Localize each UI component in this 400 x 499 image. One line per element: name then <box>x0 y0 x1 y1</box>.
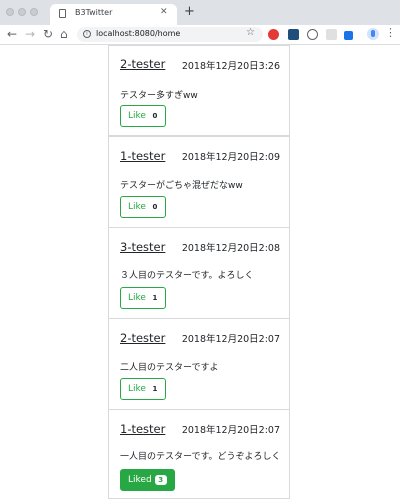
post-username[interactable]: 2-tester <box>120 57 165 71</box>
address-bar[interactable]: i localhost:8080/home ☆ <box>77 27 263 42</box>
like-label: Liked <box>128 475 152 485</box>
post-date: 2018年12月20日2:07 <box>181 334 280 345</box>
like-button[interactable]: Like 1 <box>120 287 166 309</box>
post-username[interactable]: 3-tester <box>120 240 165 254</box>
close-tab-icon[interactable]: ✕ <box>160 7 168 17</box>
info-icon[interactable]: i <box>83 30 91 38</box>
page-icon <box>59 9 66 18</box>
url-text: localhost:8080/home <box>96 29 181 38</box>
menu-icon[interactable]: ⋮ <box>385 26 396 39</box>
post-card: 1-tester 2018年12月20日2:07 一人目のテスターです。どうぞよ… <box>108 409 290 499</box>
post-text: 二人目のテスターですよ <box>120 363 219 373</box>
like-count-badge: 0 <box>152 112 158 120</box>
extension-red-icon[interactable] <box>268 29 279 40</box>
post-text: テスター多すぎww <box>120 91 198 101</box>
like-label: Like <box>128 202 146 212</box>
like-label: Like <box>128 293 146 303</box>
profile-icon[interactable] <box>367 28 379 40</box>
like-count-badge: 0 <box>152 203 158 211</box>
like-label: Like <box>128 384 146 394</box>
like-button[interactable]: Like 0 <box>120 196 166 218</box>
like-count-badge: 1 <box>152 385 158 393</box>
browser-tab[interactable]: B3Twitter ✕ <box>50 4 177 25</box>
extension-gray-icon[interactable] <box>326 29 337 40</box>
browser-toolbar: ← → ↻ ⌂ i localhost:8080/home ☆ ⋮ <box>0 25 400 45</box>
post-username[interactable]: 1-tester <box>120 149 165 163</box>
post-text: ３人目のテスターです。よろしく <box>120 271 254 281</box>
post-date: 2018年12月20日2:09 <box>181 152 280 163</box>
back-icon[interactable]: ← <box>7 26 17 42</box>
liked-button[interactable]: Liked 3 <box>120 469 175 491</box>
forward-icon[interactable]: → <box>25 26 35 42</box>
minimize-window-icon[interactable] <box>18 8 26 16</box>
post-date: 2018年12月20日3:26 <box>181 61 280 72</box>
close-window-icon[interactable] <box>6 8 14 16</box>
post-card: 1-tester 2018年12月20日2:09 テスターがごちゃ混ぜだなww … <box>108 136 290 228</box>
like-count-badge: 1 <box>152 294 158 302</box>
timeline: 2-tester 2018年12月20日3:26 テスター多すぎww Like … <box>0 45 400 499</box>
maximize-window-icon[interactable] <box>30 8 38 16</box>
extension-circle-icon[interactable] <box>307 29 318 40</box>
like-button[interactable]: Like 1 <box>120 378 166 400</box>
home-icon[interactable]: ⌂ <box>60 26 68 42</box>
extension-blue-icon[interactable] <box>288 29 299 40</box>
post-card: 2-tester 2018年12月20日2:07 二人目のテスターですよ Lik… <box>108 318 290 410</box>
bookmark-star-icon[interactable]: ☆ <box>246 27 255 38</box>
new-tab-icon[interactable]: + <box>184 5 195 18</box>
like-label: Like <box>128 111 146 121</box>
post-text: 一人目のテスターです。どうぞよろしく <box>120 452 281 462</box>
post-text: テスターがごちゃ混ぜだなww <box>120 181 243 191</box>
tab-title: B3Twitter <box>75 8 113 17</box>
post-card: 2-tester 2018年12月20日3:26 テスター多すぎww Like … <box>108 45 290 136</box>
like-count-badge: 3 <box>154 475 167 485</box>
post-date: 2018年12月20日2:08 <box>181 243 280 254</box>
tab-bar: B3Twitter ✕ + <box>0 0 400 25</box>
post-date: 2018年12月20日2:07 <box>181 425 280 436</box>
post-username[interactable]: 2-tester <box>120 331 165 345</box>
like-button[interactable]: Like 0 <box>120 105 166 127</box>
post-card: 3-tester 2018年12月20日2:08 ３人目のテスターです。よろしく… <box>108 227 290 319</box>
extension-badge-icon[interactable] <box>344 31 353 40</box>
post-username[interactable]: 1-tester <box>120 422 165 436</box>
reload-icon[interactable]: ↻ <box>43 26 53 42</box>
